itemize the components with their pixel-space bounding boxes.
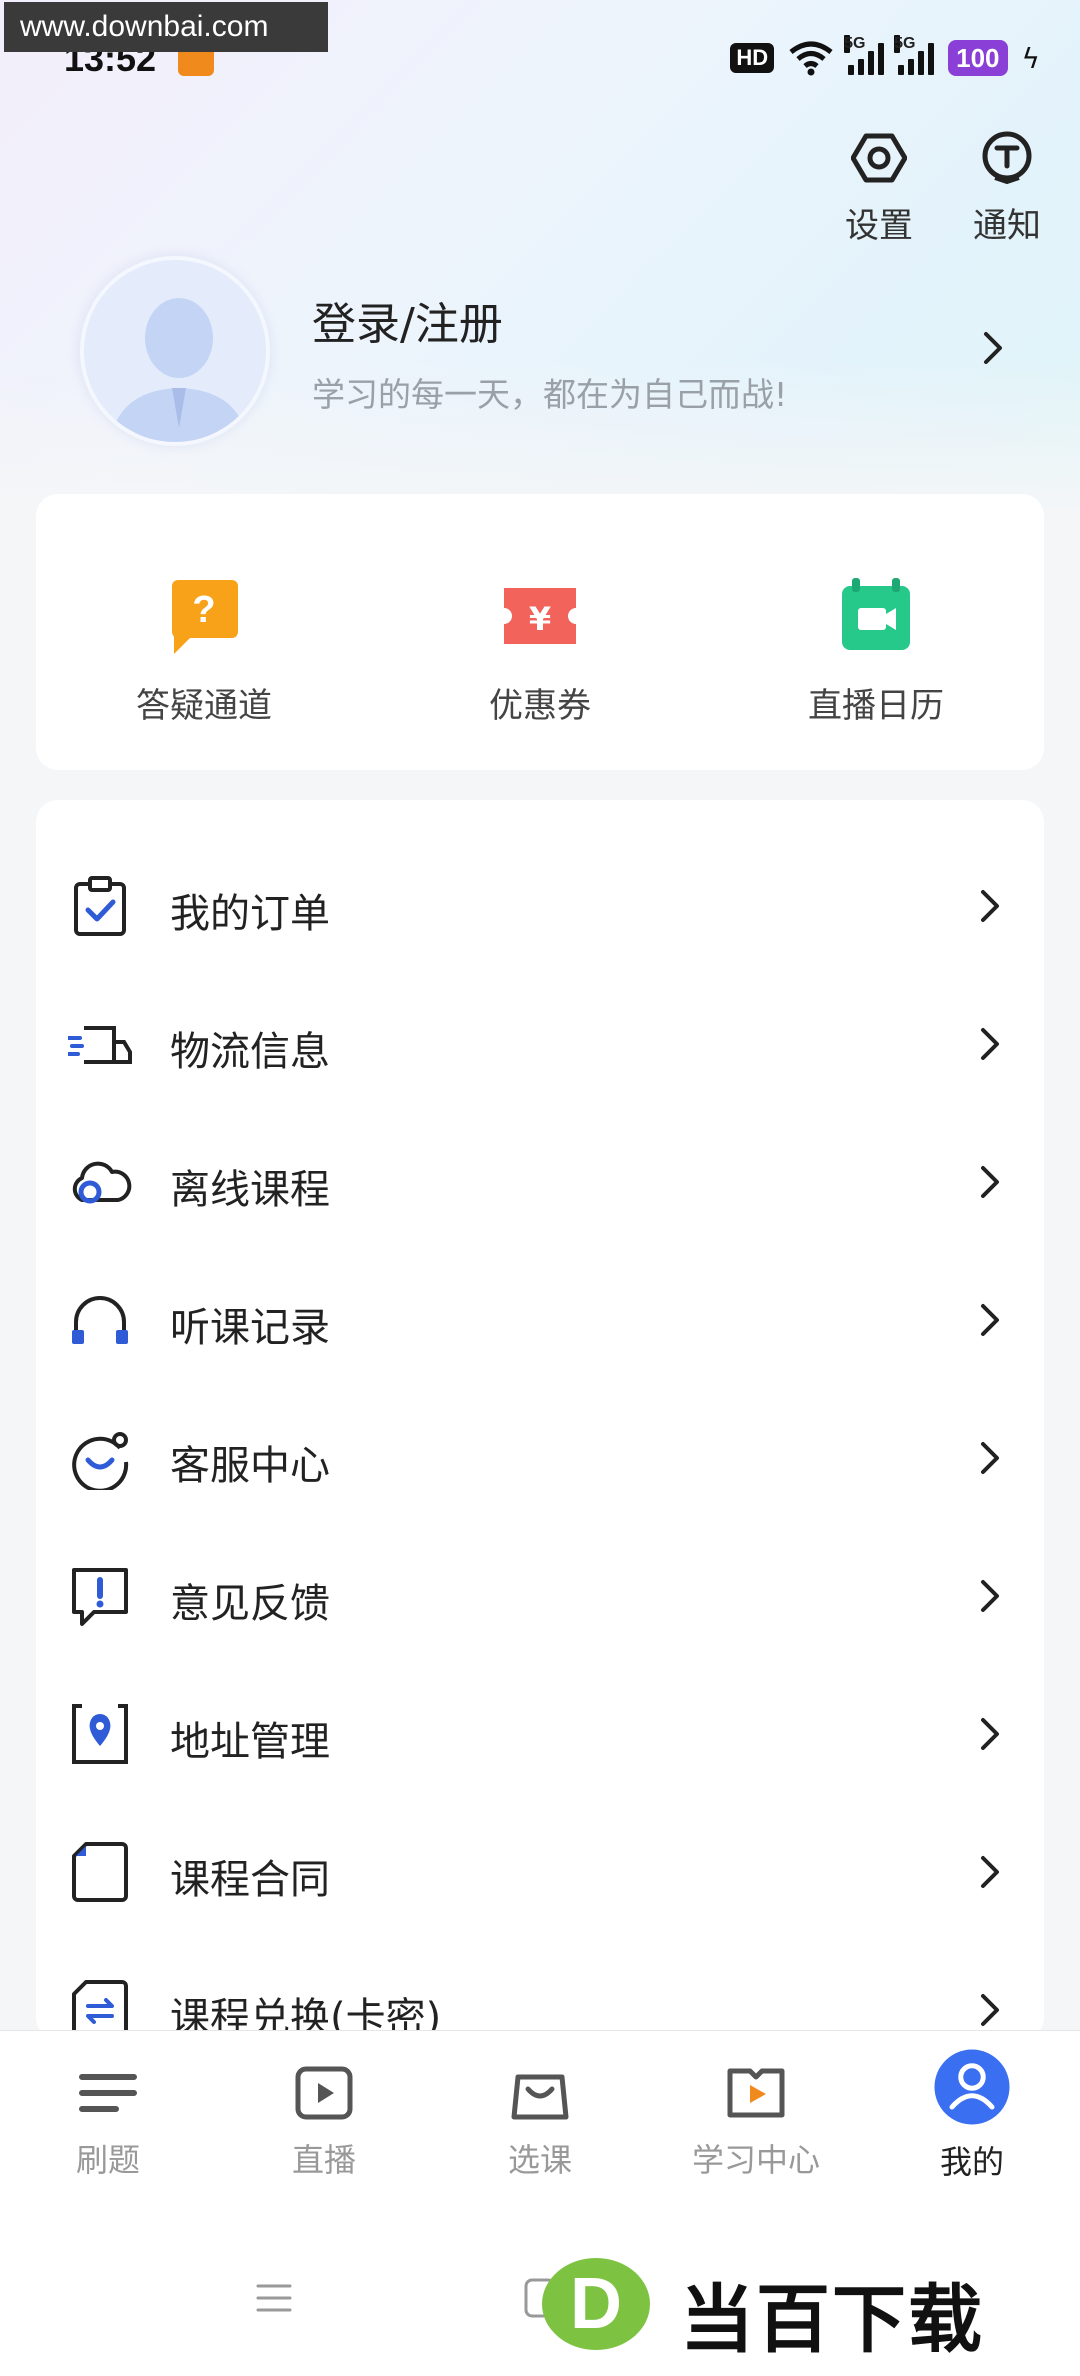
settings-button[interactable]: 设置: [824, 130, 934, 247]
chevron-right-icon: [981, 890, 999, 922]
menu-item-orders[interactable]: 我的订单: [36, 837, 1044, 975]
tab-study-center[interactable]: 学习中心: [656, 2061, 856, 2181]
quick-action-coupon[interactable]: ¥ 优惠券: [420, 574, 660, 727]
contract-document-icon: [72, 1842, 128, 1902]
coupon-icon: ¥: [504, 588, 576, 644]
bottom-navigation: 刷题 直播 选课 学习中心 我的: [0, 2030, 1080, 2230]
chevron-right-icon: [981, 1580, 999, 1612]
chevron-right-icon: [981, 1028, 999, 1060]
settings-icon: [850, 133, 908, 183]
quick-action-label: 答疑通道: [136, 686, 272, 726]
notify-label: 通知: [973, 206, 1041, 246]
wifi-icon: [789, 41, 833, 76]
live-play-icon: [295, 2066, 353, 2120]
menu-item-label: 客服中心: [170, 1443, 330, 1489]
chevron-right-icon: [981, 1856, 999, 1888]
default-avatar-icon: [84, 260, 266, 442]
quick-action-label: 直播日历: [808, 686, 944, 726]
watermark-top: www.downbai.com: [4, 2, 328, 52]
tab-label: 刷题: [75, 2141, 140, 2179]
status-indicators: HD 5G 5G 100 ϟ: [730, 35, 1040, 78]
menu-item-offline-courses[interactable]: 离线课程: [36, 1113, 1044, 1251]
menu-item-contract[interactable]: 课程合同: [36, 1803, 1044, 1941]
tab-label: 选课: [507, 2141, 572, 2179]
menu-item-label: 意见反馈: [170, 1581, 330, 1627]
menu-item-label: 地址管理: [170, 1719, 330, 1765]
signal-icon: 5G: [844, 35, 885, 75]
quick-action-qa[interactable]: ? 答疑通道: [84, 574, 324, 727]
tab-label: 我的: [939, 2143, 1004, 2181]
shopping-bag-icon: [511, 2074, 569, 2120]
menu-item-feedback[interactable]: 意见反馈: [36, 1527, 1044, 1665]
notify-button[interactable]: 通知: [952, 130, 1062, 247]
menu-item-label: 听课记录: [170, 1305, 330, 1351]
login-register-link[interactable]: 登录/注册: [312, 288, 503, 352]
tab-live[interactable]: 直播: [224, 2061, 424, 2181]
menu-item-label: 离线课程: [170, 1167, 330, 1213]
svg-text:¥: ¥: [529, 600, 551, 638]
location-pin-icon: [72, 1704, 128, 1764]
headphones-icon: [72, 1296, 128, 1344]
settings-label: 设置: [845, 206, 913, 246]
quick-actions-card: ? 答疑通道 ¥ 优惠券 直播日历: [36, 494, 1044, 770]
delivery-truck-icon: [68, 1026, 132, 1064]
feedback-icon: [72, 1568, 128, 1626]
menu-item-label: 物流信息: [170, 1029, 330, 1075]
hd-icon: HD: [730, 43, 775, 73]
live-calendar-icon: [842, 578, 910, 650]
menu-list: 我的订单 物流信息 离线课程 听课记录 客服中心 意见反馈 地址管理 课程合同 …: [36, 800, 1044, 2040]
battery-icon: 100: [948, 40, 1008, 76]
menu-icon[interactable]: [254, 2278, 294, 2318]
profile-motto: 学习的每一天，都在为自己而战!: [312, 375, 788, 414]
svg-text:?: ?: [192, 589, 215, 631]
menu-item-listening-history[interactable]: 听课记录: [36, 1251, 1044, 1389]
user-profile-icon: [934, 2049, 1010, 2125]
menu-item-label: 我的订单: [170, 891, 330, 937]
chevron-right-icon: [981, 1994, 999, 2026]
quick-action-live-calendar[interactable]: 直播日历: [756, 574, 996, 727]
chevron-right-icon[interactable]: [978, 328, 1008, 368]
signal-icon-2: 5G: [894, 35, 935, 75]
watermark-logo-icon: D: [542, 2258, 650, 2350]
tab-practice[interactable]: 刷题: [8, 2061, 208, 2181]
tab-mine[interactable]: 我的: [872, 2049, 1072, 2183]
svg-text:D: D: [570, 2264, 622, 2344]
chevron-right-icon: [981, 1166, 999, 1198]
menu-item-customer-service[interactable]: 客服中心: [36, 1389, 1044, 1527]
list-lines-icon: [79, 2074, 137, 2112]
clipboard-check-icon: [74, 876, 126, 936]
watermark-bottom: D 当百下载: [540, 2250, 1080, 2363]
menu-item-course-exchange[interactable]: 课程兑换(卡密): [36, 1941, 1044, 2040]
avatar[interactable]: [80, 256, 270, 446]
menu-item-address[interactable]: 地址管理: [36, 1665, 1044, 1803]
quick-action-label: 优惠券: [489, 686, 591, 726]
chevron-right-icon: [981, 1304, 999, 1336]
tab-label: 直播: [291, 2141, 356, 2179]
tab-label: 学习中心: [691, 2141, 820, 2179]
study-center-icon: [727, 2068, 785, 2118]
chevron-right-icon: [981, 1442, 999, 1474]
question-bubble-icon: ?: [172, 580, 238, 654]
menu-item-logistics[interactable]: 物流信息: [36, 975, 1044, 1113]
notification-icon: [982, 131, 1032, 185]
menu-item-label: 课程合同: [170, 1857, 330, 1903]
chevron-right-icon: [981, 1718, 999, 1750]
cloud-icon: [72, 1161, 132, 1204]
charging-icon: ϟ: [1021, 41, 1040, 75]
watermark-text: 当百下载: [680, 2277, 984, 2363]
customer-service-icon: [72, 1432, 129, 1490]
tab-courses[interactable]: 选课: [440, 2061, 640, 2181]
